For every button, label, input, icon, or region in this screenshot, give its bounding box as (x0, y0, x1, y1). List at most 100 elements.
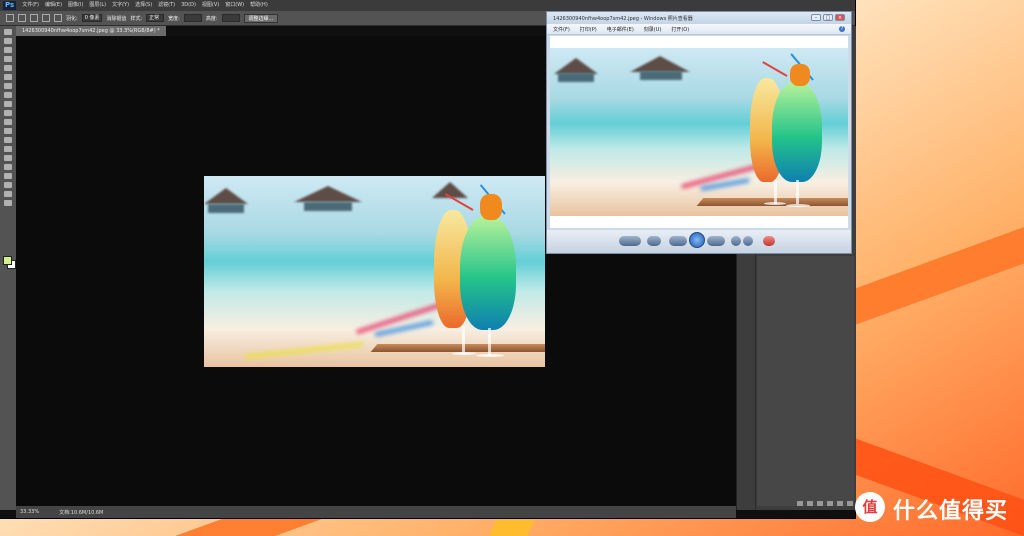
minimize-button[interactable]: – (811, 14, 821, 21)
table-edge (370, 344, 545, 352)
feather-input[interactable]: 0 像素 (81, 14, 103, 22)
pen-tool-icon[interactable] (4, 155, 12, 161)
glass-stem (774, 180, 777, 204)
shape-tool-icon[interactable] (4, 182, 12, 188)
zoom-level[interactable]: 33.33% (20, 509, 39, 515)
watermark-logo: 值 (855, 492, 885, 522)
healing-brush-tool-icon[interactable] (4, 83, 12, 89)
menu-type[interactable]: 文字(Y) (112, 1, 129, 10)
close-button[interactable]: × (835, 14, 845, 21)
viewer-title: 1426300940nfhw4oop7sm42.jpeg - Windows 照… (553, 15, 693, 22)
menu-view[interactable]: 视图(V) (202, 1, 219, 10)
hut-shape (558, 73, 594, 82)
fit-window-icon[interactable] (647, 236, 661, 246)
zoom-icon[interactable] (619, 236, 641, 246)
hand-tool-icon[interactable] (4, 191, 12, 197)
viewer-menu-burn[interactable]: 刻录(U) (644, 26, 662, 33)
watermark-text: 什么值得买 (893, 499, 1009, 524)
marquee-tool-icon[interactable] (6, 14, 14, 22)
maximize-button[interactable]: □ (823, 14, 833, 21)
foreground-color-swatch[interactable] (3, 256, 12, 265)
menu-window[interactable]: 窗口(W) (225, 1, 244, 10)
add-selection-icon[interactable] (30, 14, 38, 22)
menu-file[interactable]: 文件(F) (22, 1, 39, 10)
hut-shape (304, 202, 352, 211)
menu-edit[interactable]: 编辑(E) (45, 1, 62, 10)
menu-image[interactable]: 图像(I) (68, 1, 83, 10)
glass-stem (462, 326, 465, 354)
new-group-icon[interactable] (827, 501, 833, 506)
hut-shape (294, 186, 362, 202)
tools-panel (0, 26, 17, 510)
lasso-tool-icon[interactable] (4, 47, 12, 53)
antialias-checkbox[interactable]: 消除锯齿 (106, 15, 126, 22)
hut-shape (208, 204, 244, 213)
delete-layer-icon[interactable] (847, 501, 853, 506)
viewer-title-bar[interactable]: 1426300940nfhw4oop7sm42.jpeg - Windows 照… (547, 12, 851, 24)
delete-icon[interactable] (763, 236, 775, 246)
dodge-tool-icon[interactable] (4, 146, 12, 152)
document-image (204, 176, 545, 367)
blurred-stripe (244, 341, 364, 360)
viewer-menu-bar: 文件(F) 打印(P) 电子邮件(E) 刻录(U) 打开(O) ? (547, 24, 851, 35)
gradient-tool-icon[interactable] (4, 128, 12, 134)
viewer-controls (547, 230, 851, 253)
width-label: 宽度: (168, 15, 180, 22)
layer-style-icon[interactable] (807, 501, 813, 506)
document-tab[interactable]: 1426300940nfhw4oop7sm42.jpeg @ 33.3%(RGB… (16, 26, 166, 36)
menu-bar: Ps 文件(F) 编辑(E) 图像(I) 图层(L) 文字(Y) 选择(S) 滤… (0, 0, 855, 11)
history-brush-tool-icon[interactable] (4, 110, 12, 116)
layers-panel[interactable] (757, 256, 854, 506)
new-layer-icon[interactable] (837, 501, 843, 506)
photoshop-logo: Ps (3, 1, 17, 10)
hut-shape (204, 188, 248, 204)
viewer-menu-file[interactable]: 文件(F) (553, 26, 570, 33)
menu-layer[interactable]: 图层(L) (89, 1, 106, 10)
path-select-tool-icon[interactable] (4, 173, 12, 179)
clone-stamp-tool-icon[interactable] (4, 101, 12, 107)
zoom-tool-icon[interactable] (4, 200, 12, 206)
blur-tool-icon[interactable] (4, 137, 12, 143)
new-selection-icon[interactable] (18, 14, 26, 22)
glass-base (452, 352, 476, 355)
subtract-selection-icon[interactable] (42, 14, 50, 22)
rotate-right-icon[interactable] (743, 236, 753, 246)
document-size: 文档:10.6M/10.6M (59, 509, 104, 516)
photo-viewer-window: 1426300940nfhw4oop7sm42.jpeg - Windows 照… (546, 11, 852, 254)
style-select[interactable]: 正常 (146, 14, 165, 22)
viewer-image (550, 48, 848, 216)
next-icon[interactable] (707, 236, 725, 246)
intersect-selection-icon[interactable] (54, 14, 62, 22)
green-drink (460, 216, 516, 330)
hut-shape (554, 58, 598, 74)
menu-filter[interactable]: 滤镜(T) (158, 1, 175, 10)
layer-mask-icon[interactable] (817, 501, 823, 506)
menu-select[interactable]: 选择(S) (135, 1, 152, 10)
rotate-left-icon[interactable] (731, 236, 741, 246)
quick-select-tool-icon[interactable] (4, 56, 12, 62)
viewer-menu-open[interactable]: 打开(O) (671, 26, 689, 33)
eraser-tool-icon[interactable] (4, 119, 12, 125)
garnish (790, 64, 810, 86)
menu-3d[interactable]: 3D(D) (181, 1, 196, 10)
viewer-menu-email[interactable]: 电子邮件(E) (607, 26, 634, 33)
viewer-menu-print[interactable]: 打印(P) (580, 26, 597, 33)
help-icon[interactable]: ? (839, 26, 845, 32)
link-layers-icon[interactable] (797, 501, 803, 506)
width-input[interactable] (183, 14, 202, 22)
brush-tool-icon[interactable] (4, 92, 12, 98)
menu-help[interactable]: 帮助(H) (250, 1, 268, 10)
eyedropper-tool-icon[interactable] (4, 74, 12, 80)
height-input[interactable] (221, 14, 240, 22)
glass-base (786, 204, 810, 207)
refine-edge-button[interactable]: 调整边缘... (243, 13, 279, 23)
type-tool-icon[interactable] (4, 164, 12, 170)
glass-base (764, 202, 786, 205)
green-drink (772, 82, 822, 182)
crop-tool-icon[interactable] (4, 65, 12, 71)
marquee-tool-icon[interactable] (4, 38, 12, 44)
viewer-image-area[interactable] (550, 36, 848, 228)
slideshow-icon[interactable] (689, 232, 705, 248)
previous-icon[interactable] (669, 236, 687, 246)
move-tool-icon[interactable] (4, 29, 12, 35)
